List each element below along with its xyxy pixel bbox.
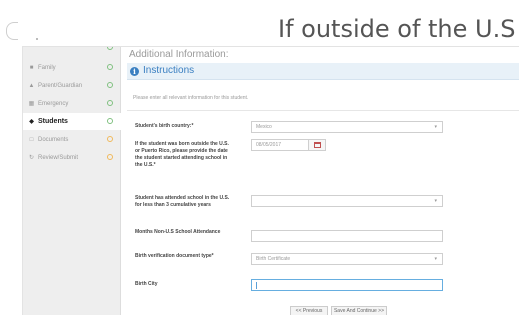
instructions-header: i Instructions: [127, 63, 519, 80]
months-non-us-input[interactable]: [251, 230, 443, 242]
chevron-down-icon: ▾: [434, 256, 437, 262]
start-date-value: 08/05/2017: [256, 142, 282, 148]
instructions-text: Please enter all relevant information fo…: [133, 95, 249, 101]
sidebar-item-label: Documents: [38, 136, 69, 143]
start-date-label: If the student was born outside the U.S.…: [135, 141, 229, 168]
months-non-us-label: Months Non-U.S School Attendance: [135, 229, 221, 235]
slide-dot-decoration: [36, 38, 38, 40]
start-date-input[interactable]: 08/05/2017: [251, 139, 309, 151]
text-cursor: [256, 282, 257, 289]
person-icon: ▲: [28, 82, 35, 89]
refresh-icon: ↻: [28, 155, 35, 161]
birth-document-label: Birth verification document type*: [135, 253, 214, 259]
sidebar-item-review-submit[interactable]: ↻ Review/Submit: [23, 149, 121, 166]
birth-country-value: Mexico: [256, 124, 272, 130]
sidebar-item-partial: [23, 47, 121, 56]
chevron-down-icon: ▾: [434, 124, 437, 130]
sidebar-item-students[interactable]: ◆ Students: [23, 113, 121, 130]
status-pending-icon: [107, 136, 113, 142]
group-icon: ■: [29, 64, 34, 71]
slide-title: If outside of the U.S: [278, 15, 516, 43]
status-complete-icon: [107, 100, 113, 106]
birth-city-input[interactable]: [251, 279, 443, 291]
instructions-title: Instructions: [143, 65, 195, 76]
document-icon: □: [29, 136, 34, 143]
birth-city-label: Birth City: [135, 281, 158, 287]
status-pending-icon: [107, 154, 113, 160]
status-complete-icon: [107, 47, 113, 50]
sidebar: ■ Family ▲ Parent/Guardian ▦ Emergency ◆…: [23, 47, 121, 315]
calendar-button[interactable]: [308, 139, 326, 151]
sidebar-item-label: Students: [38, 118, 68, 125]
chevron-down-icon: ▾: [434, 198, 437, 204]
info-icon: i: [130, 67, 139, 76]
birth-document-value: Birth Certificate: [256, 256, 291, 262]
previous-button[interactable]: << Previous: [290, 306, 328, 315]
medical-icon: ▦: [28, 101, 35, 107]
slide-corner-decoration: [6, 22, 18, 40]
status-complete-icon: [107, 82, 113, 88]
less-than-3-years-select[interactable]: ▾: [251, 195, 443, 207]
save-and-continue-button[interactable]: Save And Continue >>: [331, 306, 387, 315]
calendar-icon: [313, 142, 321, 148]
birth-document-select[interactable]: Birth Certificate ▾: [251, 253, 443, 265]
section-title: Additional Information:: [129, 49, 229, 60]
status-complete-icon: [107, 118, 113, 124]
status-complete-icon: [107, 64, 113, 70]
application-screenshot: ■ Family ▲ Parent/Guardian ▦ Emergency ◆…: [22, 46, 519, 315]
birth-country-select[interactable]: Mexico ▾: [251, 121, 443, 133]
sidebar-item-documents[interactable]: □ Documents: [23, 131, 121, 148]
sidebar-item-label: Parent/Guardian: [38, 82, 83, 89]
sidebar-item-label: Review/Submit: [38, 154, 79, 161]
divider: [127, 110, 519, 111]
graduation-cap-icon: ◆: [29, 119, 34, 125]
less-than-3-years-label: Student has attended school in the U.S. …: [135, 195, 230, 208]
sidebar-item-label: Emergency: [38, 100, 69, 107]
sidebar-item-family[interactable]: ■ Family: [23, 59, 121, 76]
sidebar-item-emergency[interactable]: ▦ Emergency: [23, 95, 121, 112]
sidebar-item-label: Family: [38, 64, 56, 71]
main-panel: Additional Information: i Instructions P…: [127, 47, 519, 315]
sidebar-item-parent-guardian[interactable]: ▲ Parent/Guardian: [23, 77, 121, 94]
birth-country-label: Student's birth country:*: [135, 123, 194, 129]
